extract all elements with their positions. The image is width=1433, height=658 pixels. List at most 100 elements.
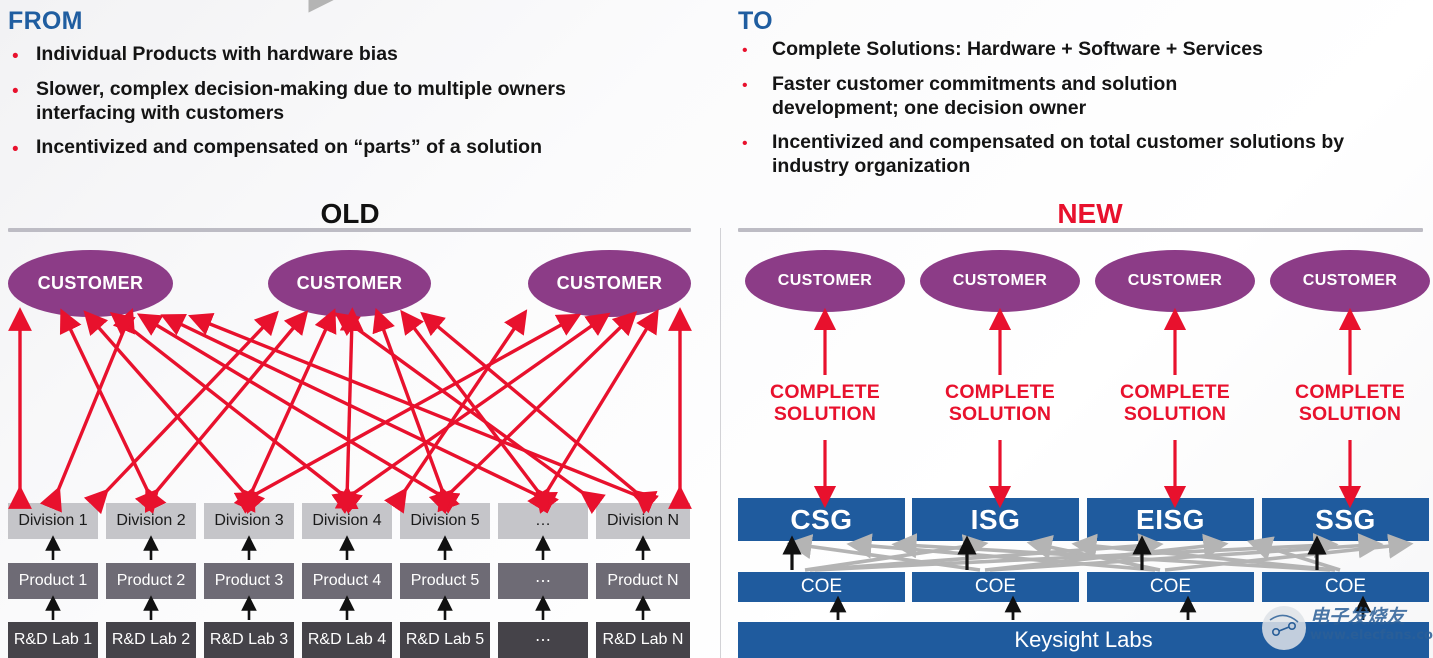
panel-to-new: TO • Complete Solutions: Hardware + Soft… bbox=[720, 0, 1433, 658]
solution-line-2: SOLUTION bbox=[948, 403, 1052, 426]
customer-label: CUSTOMER bbox=[296, 273, 403, 293]
rd-lab-box: R&D Lab 1 bbox=[8, 622, 98, 658]
rd-lab-box: R&D Lab 2 bbox=[106, 622, 196, 658]
customer-label: CUSTOMER bbox=[952, 272, 1048, 289]
product-label: ⋯ bbox=[535, 573, 551, 590]
rd-lab-label: ⋯ bbox=[535, 632, 551, 649]
from-kicker: FROM bbox=[8, 7, 83, 35]
group-label: SSG bbox=[1315, 503, 1376, 535]
division-box: Division 1 bbox=[8, 503, 98, 539]
bullet-dot-icon: • bbox=[12, 46, 19, 67]
customer-label: CUSTOMER bbox=[37, 273, 144, 293]
new-customer-ellipse-3: CUSTOMER bbox=[1095, 250, 1255, 312]
division-box: Division 4 bbox=[302, 503, 392, 539]
coe-label: COE bbox=[800, 576, 843, 597]
coe-box: COE bbox=[1087, 572, 1254, 602]
to-bullet-list: • Complete Solutions: Hardware + Softwar… bbox=[742, 38, 1422, 190]
complete-solution-label-1: COMPLETE SOLUTION bbox=[745, 381, 905, 426]
product-label: Product 2 bbox=[116, 572, 186, 589]
rd-lab-box: R&D Lab N bbox=[596, 622, 690, 658]
division-label: Division 4 bbox=[312, 512, 382, 529]
watermark-glyph-icon bbox=[1269, 614, 1299, 636]
bullet-text: Complete Solutions: Hardware + Software … bbox=[772, 38, 1263, 60]
bullet-text: Incentivized and compensated on “parts” … bbox=[36, 136, 542, 159]
coe-label: COE bbox=[1324, 576, 1367, 597]
customer-label: CUSTOMER bbox=[1127, 272, 1223, 289]
solution-line-1: COMPLETE bbox=[1295, 381, 1405, 403]
product-label: Product 4 bbox=[312, 572, 382, 589]
group-box-ssg: SSG bbox=[1262, 498, 1429, 541]
division-label: Division N bbox=[606, 512, 679, 529]
rd-lab-label: R&D Lab 2 bbox=[111, 631, 191, 648]
complete-solution-label-2: COMPLETE SOLUTION bbox=[920, 381, 1080, 426]
solution-line-2: SOLUTION bbox=[1298, 403, 1402, 426]
group-label: EISG bbox=[1136, 503, 1205, 535]
solution-line-1: COMPLETE bbox=[1120, 381, 1230, 403]
product-label: Product N bbox=[607, 572, 679, 589]
watermark-cn-text: 电子发烧友 bbox=[1310, 606, 1406, 628]
coe-box: COE bbox=[738, 572, 905, 602]
rd-lab-label: R&D Lab 3 bbox=[209, 631, 289, 648]
division-box: Division 5 bbox=[400, 503, 490, 539]
new-customer-ellipse-1: CUSTOMER bbox=[745, 250, 905, 312]
new-divider-rule bbox=[738, 228, 1423, 232]
division-label: Division 1 bbox=[18, 512, 88, 529]
complete-solution-label-3: COMPLETE SOLUTION bbox=[1095, 381, 1255, 426]
division-label: Division 5 bbox=[410, 512, 480, 529]
division-label: Division 3 bbox=[214, 512, 284, 529]
solution-line-1: COMPLETE bbox=[770, 381, 880, 403]
bullet-text: Incentivized and compensated on total cu… bbox=[772, 131, 1345, 178]
bullet-dot-icon: • bbox=[12, 139, 19, 161]
product-box: Product 5 bbox=[400, 563, 490, 599]
old-divider-rule bbox=[8, 228, 691, 232]
coe-box: COE bbox=[1262, 572, 1429, 602]
coe-box: COE bbox=[912, 572, 1079, 602]
rd-lab-box-ellipsis: ⋯ bbox=[498, 622, 588, 658]
to-kicker: TO bbox=[738, 7, 773, 35]
watermark-url-text: www.elecfans.com bbox=[1310, 628, 1433, 643]
product-box-ellipsis: ⋯ bbox=[498, 563, 588, 599]
group-box-eisg: EISG bbox=[1087, 498, 1254, 541]
old-customer-ellipse-2: CUSTOMER bbox=[268, 250, 431, 317]
rd-lab-label: R&D Lab N bbox=[602, 631, 684, 648]
division-box: Division 2 bbox=[106, 503, 196, 539]
division-label: … bbox=[535, 512, 551, 529]
product-box: Product 1 bbox=[8, 563, 98, 599]
group-label: ISG bbox=[970, 503, 1021, 535]
product-box: Product N bbox=[596, 563, 690, 599]
new-section-title: NEW bbox=[1057, 198, 1123, 229]
bullet-text: Slower, complex decision-making due to m… bbox=[36, 77, 566, 124]
slide-canvas: FROM • Individual Products with hardware… bbox=[0, 0, 1433, 658]
coe-label: COE bbox=[1149, 576, 1192, 597]
bullet-item: • Slower, complex decision-making due to… bbox=[12, 78, 672, 126]
product-label: Product 3 bbox=[214, 572, 284, 589]
group-box-csg: CSG bbox=[738, 498, 905, 541]
bullet-text: Individual Products with hardware bias bbox=[36, 43, 398, 65]
group-label: CSG bbox=[790, 503, 853, 535]
panel-from-old: FROM • Individual Products with hardware… bbox=[0, 0, 720, 658]
rd-lab-label: R&D Lab 4 bbox=[307, 631, 387, 648]
bullet-item: • Incentivized and compensated on total … bbox=[742, 131, 1422, 179]
bullet-item: • Complete Solutions: Hardware + Softwar… bbox=[742, 38, 1422, 62]
new-customer-ellipse-4: CUSTOMER bbox=[1270, 250, 1430, 312]
bullet-dot-icon: • bbox=[742, 42, 748, 59]
bullet-item: • Individual Products with hardware bias bbox=[12, 43, 672, 67]
rd-lab-label: R&D Lab 1 bbox=[13, 631, 93, 648]
coe-label: COE bbox=[974, 576, 1017, 597]
customer-label: CUSTOMER bbox=[777, 272, 873, 289]
from-bullet-list: • Individual Products with hardware bias… bbox=[12, 43, 672, 171]
complete-solution-label-4: COMPLETE SOLUTION bbox=[1270, 381, 1430, 426]
bullet-dot-icon: • bbox=[12, 80, 19, 102]
bullet-item: • Faster customer commitments and soluti… bbox=[742, 73, 1422, 121]
old-customer-ellipse-3: CUSTOMER bbox=[528, 250, 691, 317]
solution-line-2: SOLUTION bbox=[773, 403, 877, 426]
bullet-text: Faster customer commitments and solution… bbox=[772, 72, 1178, 119]
division-box-ellipsis: … bbox=[498, 503, 588, 539]
rd-lab-box: R&D Lab 5 bbox=[400, 622, 490, 658]
product-label: Product 1 bbox=[18, 572, 88, 589]
bullet-item: • Incentivized and compensated on “parts… bbox=[12, 136, 672, 160]
bullet-dot-icon: • bbox=[742, 135, 748, 153]
solution-line-2: SOLUTION bbox=[1123, 403, 1227, 426]
customer-label: CUSTOMER bbox=[556, 273, 663, 293]
old-section-title: OLD bbox=[320, 198, 380, 229]
